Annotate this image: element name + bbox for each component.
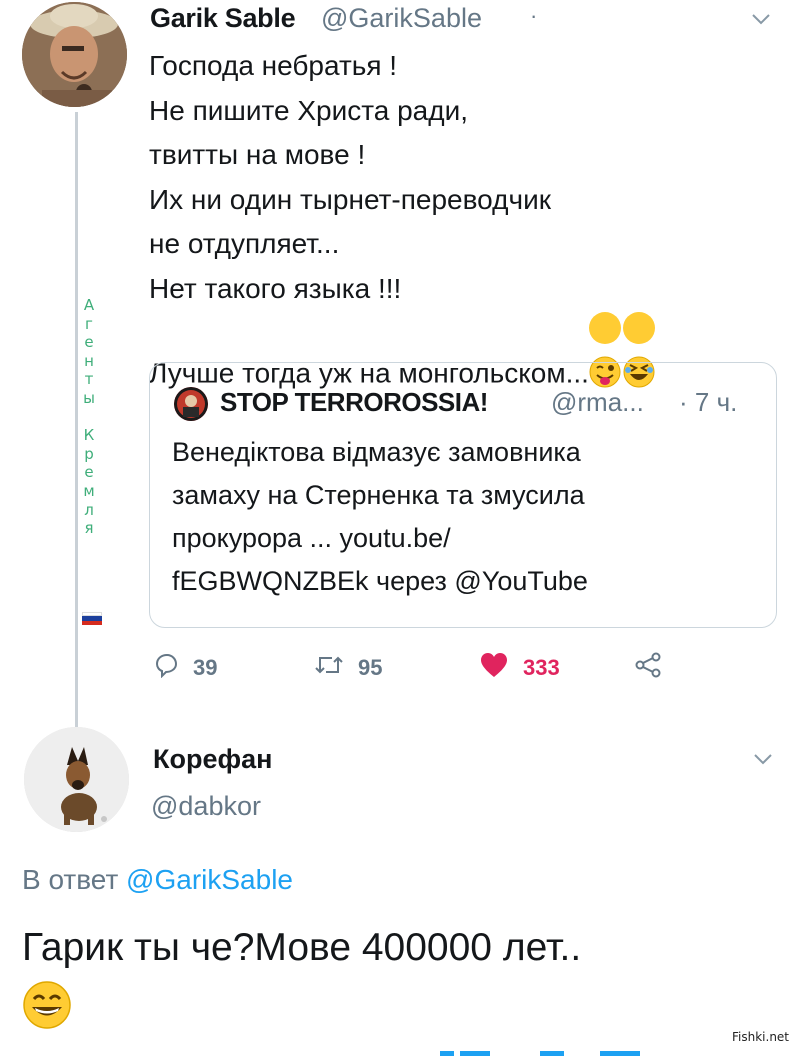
grinning-face-icon [22, 980, 72, 1046]
retweet-button[interactable]: 95 [314, 650, 382, 686]
reply-mention-link[interactable]: @GarikSable [126, 864, 293, 895]
quoted-author-handle[interactable]: @rma... [551, 387, 644, 418]
quoted-timestamp[interactable]: · 7 ч. [679, 387, 737, 418]
reply-count: 39 [193, 655, 218, 680]
reply-tweet-text: Гарик ты че?Мове 400000 лет.. [22, 920, 782, 1046]
share-icon [634, 652, 662, 684]
tweet-text: Господа небратья ! Не пишите Христа ради… [149, 44, 789, 396]
reply-tweet-body: Гарик ты че?Мове 400000 лет.. [22, 926, 582, 969]
tweet-body: Господа небратья ! Не пишите Христа ради… [149, 50, 589, 389]
rolling-on-floor-laughing-icon [622, 311, 655, 388]
like-button[interactable]: 333 [479, 650, 560, 686]
like-count: 333 [523, 655, 560, 680]
author-avatar[interactable] [22, 2, 127, 107]
watermark: Fishki.net [732, 1030, 790, 1044]
reply-context: В ответ @GarikSable [22, 864, 293, 896]
reply-icon [153, 652, 179, 684]
reply-author-name[interactable]: Корефан [153, 744, 272, 775]
quoted-author-avatar[interactable] [174, 387, 208, 421]
side-caption: Агенты Кремля [83, 296, 95, 538]
quoted-author-name[interactable]: STOP TERROROSSIA! [220, 387, 488, 418]
quoted-tweet-text: Венедіктова відмазує замовника замаху на… [172, 437, 588, 596]
winking-face-with-tongue-icon [588, 311, 621, 388]
author-name[interactable]: Garik Sable [150, 3, 296, 34]
quoted-tweet-card[interactable]: STOP TERROROSSIA! @rma... · 7 ч. Венедік… [149, 362, 777, 628]
reply-button[interactable]: 39 [153, 650, 217, 686]
separator-dot: · [530, 3, 538, 28]
chevron-down-icon[interactable] [752, 748, 774, 770]
thread-line [75, 112, 78, 734]
retweet-count: 95 [358, 655, 383, 680]
share-button[interactable] [634, 650, 662, 686]
reply-author-avatar[interactable] [24, 727, 129, 832]
reply-prefix: В ответ [22, 864, 119, 895]
russian-flag-icon [82, 612, 102, 625]
retweet-icon [314, 652, 344, 684]
cropped-text-fragment [400, 1044, 700, 1056]
heart-icon [479, 651, 509, 685]
author-handle[interactable]: @GarikSable [321, 3, 482, 34]
reply-author-handle[interactable]: @dabkor [151, 791, 261, 822]
chevron-down-icon[interactable] [750, 8, 772, 30]
